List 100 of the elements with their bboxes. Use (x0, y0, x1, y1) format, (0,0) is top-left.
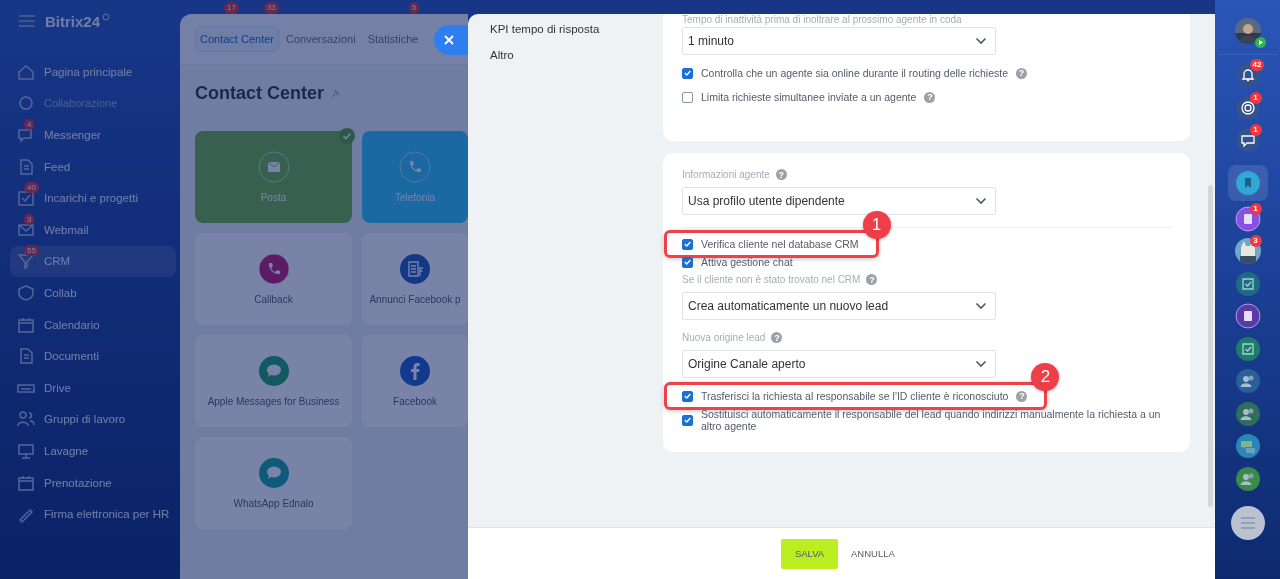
count-badge: 40 (24, 182, 39, 194)
tile-label: Annunci Facebook p (369, 294, 461, 305)
chat-icon[interactable] (1235, 128, 1260, 153)
logo[interactable]: Bitrix24 (45, 12, 101, 30)
checkbox-label[interactable]: Sostituisci automaticamente il responsabile del lead quando indirizzi manualmente la richiesta a un altro agente (701, 408, 1182, 432)
task-icon (16, 188, 36, 209)
menu-item[interactable]: Feed (10, 150, 176, 183)
ads-icon (399, 253, 431, 285)
menu-item[interactable]: Calendario (10, 308, 176, 341)
menu-item[interactable]: Lavagne (10, 435, 176, 467)
task-icon[interactable] (1235, 336, 1260, 361)
field-label: Tempo di inattività prima di inoltrare al prossimo agente in coda (682, 14, 962, 25)
menu-item[interactable]: Firma elettronica per HR (10, 498, 176, 530)
channel-tile[interactable]: Annunci Facebook p (362, 233, 468, 325)
menu-item[interactable]: Collab (10, 277, 176, 309)
help-icon[interactable]: ? (1016, 390, 1028, 402)
checkbox[interactable] (682, 256, 693, 268)
chevron-icon (975, 197, 987, 205)
field-label: Nuova origine lead (682, 332, 766, 343)
page-title: Contact Center (195, 83, 324, 104)
tile-label: Facebook (393, 396, 437, 407)
checkbox-label[interactable]: Attiva gestione chat (701, 256, 793, 268)
menu-item[interactable]: Drive (10, 371, 176, 404)
channel-tile[interactable]: Apple Messages for Business (195, 335, 352, 427)
menu-item[interactable]: 4 Messenger (10, 119, 176, 151)
cancel-button[interactable]: ANNULLA (842, 548, 904, 559)
annotation-badge: 2 (1031, 363, 1060, 391)
help-icon[interactable]: ? (924, 91, 936, 103)
contact-icon[interactable] (1234, 303, 1261, 330)
menu-item[interactable]: 40 Incarichi e progetti (10, 182, 176, 214)
count-badge: 55 (24, 245, 39, 257)
task-icon[interactable] (1235, 271, 1260, 296)
checkbox-label[interactable]: Controlla che un agente sia online durante il routing delle richieste (701, 67, 1009, 79)
tile-label: Apple Messages for Business (207, 396, 340, 407)
save-button[interactable]: SALVA (781, 538, 838, 569)
bookmark-icon[interactable] (1235, 170, 1260, 195)
count-badge: 1 (1249, 91, 1262, 104)
count-badge: 42 (1249, 59, 1265, 71)
count-badge: 3 (24, 213, 35, 225)
menu-item[interactable]: Pagina principale (10, 56, 176, 88)
nav-link[interactable]: KPI tempo di risposta (490, 23, 663, 35)
messages-icon[interactable] (1235, 434, 1260, 459)
checkbox[interactable] (682, 238, 693, 250)
field-label: Se il cliente non è stato trovato nel CRM (682, 274, 861, 285)
bell-icon[interactable] (1235, 63, 1260, 88)
menu-item[interactable]: Prenotazione (10, 466, 176, 499)
tile-label: Telefonia (395, 192, 435, 203)
shield-icon (16, 282, 36, 303)
help-icon[interactable]: ? (771, 332, 783, 343)
checkbox[interactable] (682, 67, 693, 79)
chevron-icon (975, 302, 987, 310)
help-icon[interactable]: ? (1016, 67, 1028, 79)
phone-icon (257, 253, 290, 285)
menu-item[interactable]: Gruppi di lavoro (10, 403, 176, 436)
annotation-badge: 1 (862, 211, 891, 239)
menu-item[interactable]: 3 Webmail (10, 213, 176, 246)
checkbox[interactable] (682, 91, 693, 103)
check-icon (339, 128, 355, 144)
facebook-icon (399, 355, 431, 387)
channel-tile[interactable]: Posta (195, 131, 352, 223)
chevron-icon (975, 360, 987, 368)
channel-tile[interactable]: Callback (195, 233, 352, 325)
tile-label: Posta (260, 192, 287, 203)
dropdown[interactable]: Usa profilo utente dipendente (682, 187, 996, 215)
count-badge: 5 (408, 2, 420, 14)
tab[interactable]: Statistiche (362, 26, 424, 52)
play-icon (1254, 37, 1266, 48)
chevron-icon (975, 37, 987, 45)
checkbox-label[interactable]: Limita richieste simultanee inviate a un agente (701, 91, 917, 103)
dropdown[interactable]: Origine Canale aperto (682, 350, 996, 378)
field-label: Informazioni agente (682, 169, 770, 180)
chat-bubble-icon (257, 355, 290, 387)
count-badge: 33 (263, 2, 279, 14)
menu-icon[interactable] (1230, 506, 1265, 540)
help-icon[interactable]: ? (775, 169, 787, 180)
people-icon[interactable] (1235, 401, 1260, 426)
count-badge: 4 (24, 119, 35, 130)
chat-bubble-icon (257, 457, 290, 489)
help-icon[interactable]: ? (866, 274, 878, 285)
channel-tile[interactable]: WhatsApp Ednalo (195, 437, 352, 529)
tile-label: WhatsApp Ednalo (233, 498, 314, 509)
target-icon[interactable] (1235, 95, 1260, 120)
checkbox-label[interactable]: Trasferisci la richiesta al responsabile se l'ID cliente è riconosciuto (701, 390, 1009, 402)
checkbox[interactable] (682, 390, 693, 402)
count-badge: 17 (224, 2, 239, 14)
tab[interactable]: Contact Center (195, 26, 279, 52)
dropdown[interactable]: 1 minuto (682, 27, 996, 55)
rail-item-highlight[interactable] (1227, 164, 1268, 201)
channel-tile[interactable]: Facebook (362, 335, 468, 427)
menu-item[interactable]: Documenti (10, 340, 176, 372)
scrollbar[interactable] (1208, 185, 1213, 507)
funnel-icon (16, 251, 36, 272)
nav-link[interactable]: Altro (490, 49, 663, 61)
people-icon[interactable] (1235, 466, 1260, 491)
tab[interactable]: Conversazioni (281, 26, 361, 52)
checkbox-label[interactable]: Verifica cliente nel database CRM (701, 238, 859, 250)
people-icon[interactable] (1235, 369, 1260, 394)
checkbox[interactable] (682, 414, 693, 426)
dropdown[interactable]: Crea automaticamente un nuovo lead (682, 292, 996, 320)
tile-label: Callback (254, 294, 293, 305)
